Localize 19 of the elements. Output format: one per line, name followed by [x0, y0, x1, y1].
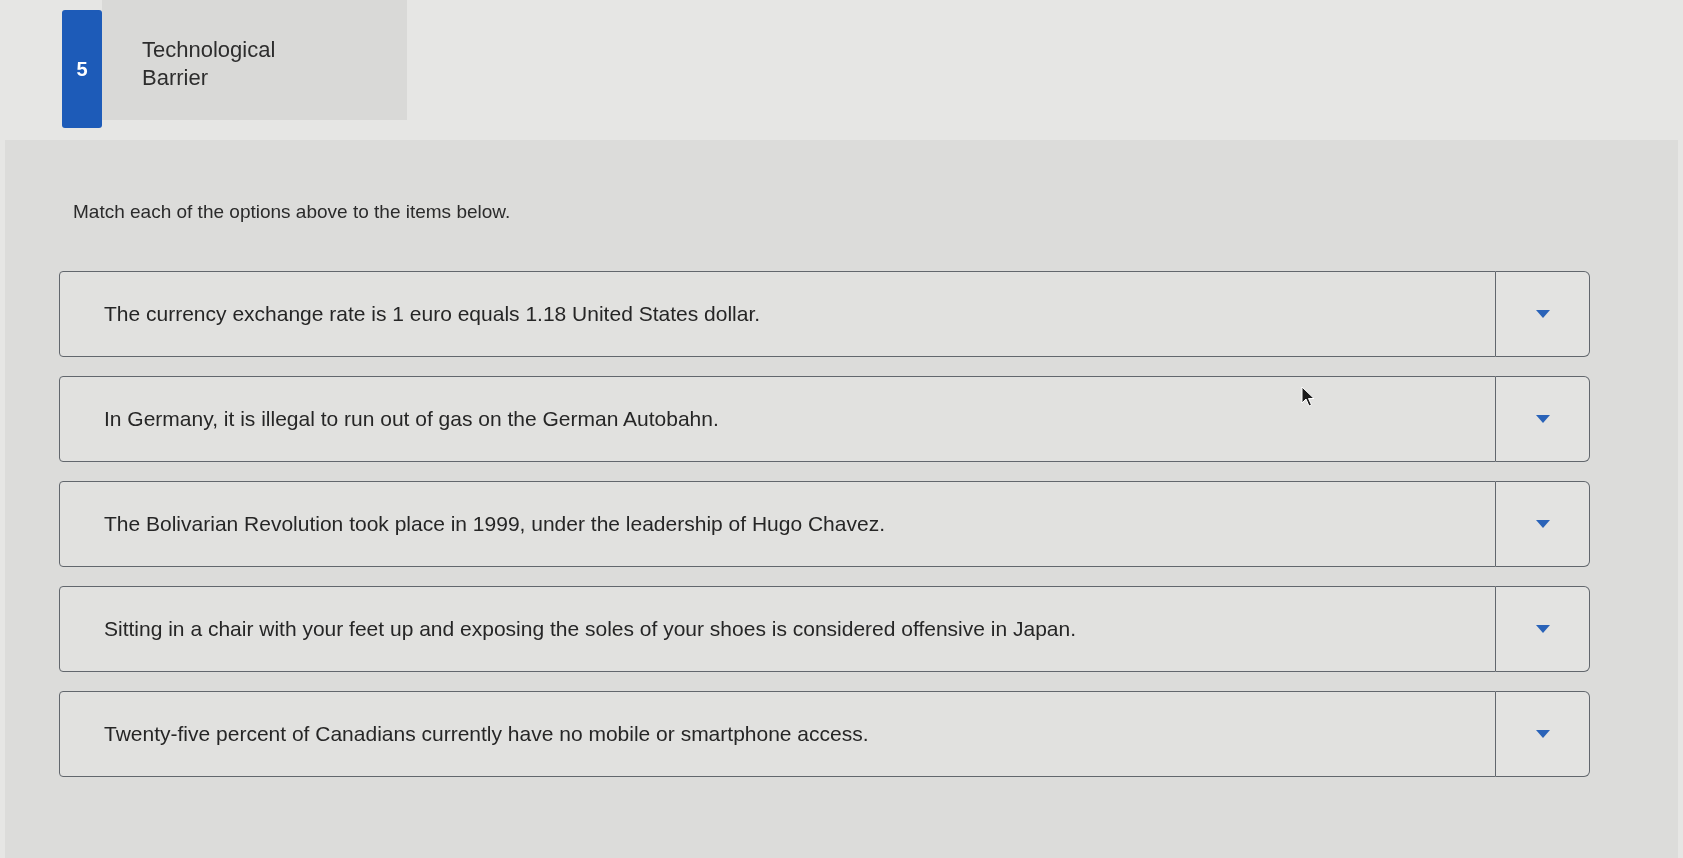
dropdown-button[interactable] — [1496, 690, 1590, 777]
dropdown-arrow-icon — [1535, 414, 1550, 423]
dropdown-arrow-icon — [1535, 309, 1550, 318]
statement-text: Twenty-five percent of Canadians currently have no mobile or smartphone access. — [104, 720, 869, 747]
dropdown-arrow-icon — [1535, 519, 1550, 528]
dropdown-button[interactable] — [1496, 270, 1590, 357]
statement-text: The currency exchange rate is 1 euro equals 1.18 United States dollar. — [104, 300, 761, 327]
instruction-text: Match each of the options above to the items below. — [73, 201, 511, 222]
question-number-badge: 5 — [62, 10, 102, 128]
dropdown-button[interactable] — [1496, 375, 1590, 462]
statement-text: Sitting in a chair with your feet up and exposing the soles of your shoes is considered offensive in Japan. — [104, 615, 1077, 642]
dropdown-arrow-icon — [1535, 624, 1550, 633]
dropdown-button[interactable] — [1496, 585, 1590, 672]
dropdown-button[interactable] — [1496, 480, 1590, 567]
statement-text: The Bolivarian Revolution took place in 1999, under the leadership of Hugo Chavez. — [104, 510, 885, 537]
statement-text: In Germany, it is illegal to run out of gas on the German Autobahn. — [104, 405, 719, 432]
cursor-icon — [1301, 386, 1315, 407]
dropdown-arrow-icon — [1535, 729, 1550, 738]
option-label: Technological Barrier — [142, 36, 277, 92]
